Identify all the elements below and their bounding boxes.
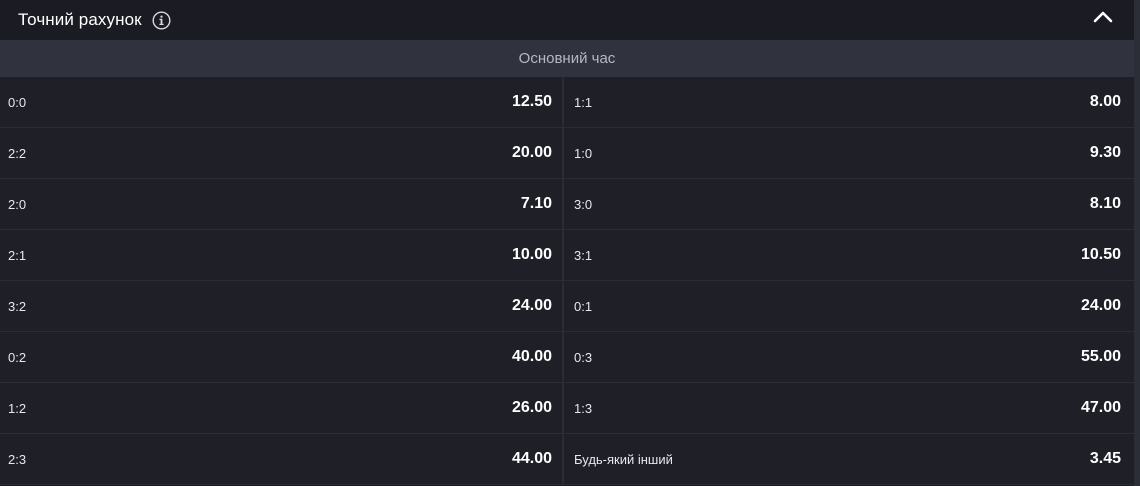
odds-value: 8.00 bbox=[1089, 93, 1121, 110]
outcome-label: 2:3 bbox=[8, 451, 27, 467]
outcome-label: 2:2 bbox=[8, 145, 27, 161]
period-subheader: Основний час bbox=[0, 40, 1134, 77]
outcome-cell[interactable]: Будь-який інший 3.45 bbox=[564, 434, 1134, 485]
odds-value: 10.50 bbox=[1080, 246, 1121, 263]
odds-value: 26.00 bbox=[511, 399, 552, 416]
scrollbar[interactable] bbox=[1134, 0, 1140, 486]
odds-value: 20.00 bbox=[511, 144, 552, 161]
odds-value: 9.30 bbox=[1089, 144, 1121, 161]
period-label: Основний час bbox=[518, 50, 616, 67]
outcome-cell[interactable]: 2:3 44.00 bbox=[0, 434, 564, 485]
outcome-cell[interactable]: 2:1 10.00 bbox=[0, 230, 564, 281]
outcome-cell[interactable]: 1:3 47.00 bbox=[564, 383, 1134, 434]
odds-value: 55.00 bbox=[1080, 348, 1121, 365]
outcome-cell[interactable]: 3:2 24.00 bbox=[0, 281, 564, 332]
info-icon[interactable] bbox=[152, 10, 171, 30]
outcome-label: 2:0 bbox=[8, 196, 27, 212]
outcome-label: 1:1 bbox=[574, 94, 593, 110]
odds-value: 24.00 bbox=[511, 297, 552, 314]
odds-value: 10.00 bbox=[511, 246, 552, 263]
odds-value: 12.50 bbox=[511, 93, 552, 110]
outcome-label: 1:3 bbox=[574, 400, 593, 416]
outcome-label: 3:1 bbox=[574, 247, 593, 263]
odds-value: 3.45 bbox=[1089, 450, 1121, 467]
odds-value: 24.00 bbox=[1080, 297, 1121, 314]
outcome-label: 0:2 bbox=[8, 349, 27, 365]
outcomes-grid: 0:0 12.50 1:1 8.00 2:2 20.00 1:0 9.30 2:… bbox=[0, 77, 1134, 485]
outcome-cell[interactable]: 0:0 12.50 bbox=[0, 77, 564, 128]
outcome-cell[interactable]: 1:2 26.00 bbox=[0, 383, 564, 434]
chevron-up-icon[interactable] bbox=[1092, 9, 1114, 25]
outcome-label: 1:2 bbox=[8, 400, 27, 416]
odds-value: 47.00 bbox=[1080, 399, 1121, 416]
market-header[interactable]: Точний рахунок bbox=[0, 0, 1134, 40]
outcome-label: 0:3 bbox=[574, 349, 593, 365]
outcome-cell[interactable]: 0:1 24.00 bbox=[564, 281, 1134, 332]
outcome-label: 3:2 bbox=[8, 298, 27, 314]
outcome-cell[interactable]: 2:2 20.00 bbox=[0, 128, 564, 179]
outcome-cell[interactable]: 2:0 7.10 bbox=[0, 179, 564, 230]
outcome-label: 3:0 bbox=[574, 196, 593, 212]
outcome-label: Будь-який інший bbox=[574, 451, 673, 467]
outcome-cell[interactable]: 0:2 40.00 bbox=[0, 332, 564, 383]
outcome-cell[interactable]: 3:0 8.10 bbox=[564, 179, 1134, 230]
outcome-cell[interactable]: 0:3 55.00 bbox=[564, 332, 1134, 383]
odds-value: 8.10 bbox=[1089, 195, 1121, 212]
outcome-label: 0:0 bbox=[8, 94, 27, 110]
odds-value: 44.00 bbox=[511, 450, 552, 467]
outcome-label: 1:0 bbox=[574, 145, 593, 161]
exact-score-market-panel: Точний рахунок Основний час 0:0 12.50 1:… bbox=[0, 0, 1134, 486]
outcome-cell[interactable]: 1:1 8.00 bbox=[564, 77, 1134, 128]
outcome-cell[interactable]: 1:0 9.30 bbox=[564, 128, 1134, 179]
odds-value: 40.00 bbox=[511, 348, 552, 365]
market-title: Точний рахунок bbox=[18, 10, 142, 29]
odds-value: 7.10 bbox=[520, 195, 552, 212]
outcome-label: 0:1 bbox=[574, 298, 593, 314]
outcome-cell[interactable]: 3:1 10.50 bbox=[564, 230, 1134, 281]
outcome-label: 2:1 bbox=[8, 247, 27, 263]
